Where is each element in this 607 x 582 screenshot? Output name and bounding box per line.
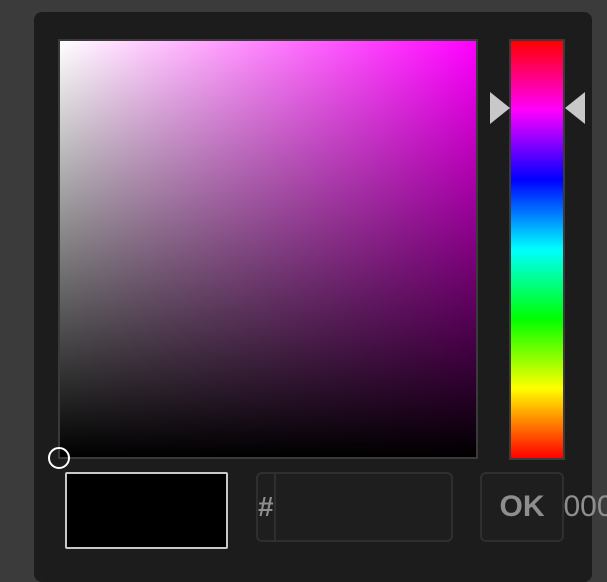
hue-slider[interactable] bbox=[509, 39, 565, 460]
saturation-brightness-area[interactable] bbox=[48, 39, 478, 469]
ok-button[interactable]: OK bbox=[480, 472, 564, 542]
saturation-brightness-cursor[interactable] bbox=[48, 447, 70, 469]
color-preview-swatch bbox=[65, 472, 228, 549]
hex-color-field: # bbox=[256, 472, 607, 542]
hex-prefix-label: # bbox=[258, 474, 276, 540]
hue-slider-right-arrow-icon[interactable] bbox=[565, 92, 585, 124]
hue-slider-left-arrow-icon[interactable] bbox=[490, 92, 510, 124]
